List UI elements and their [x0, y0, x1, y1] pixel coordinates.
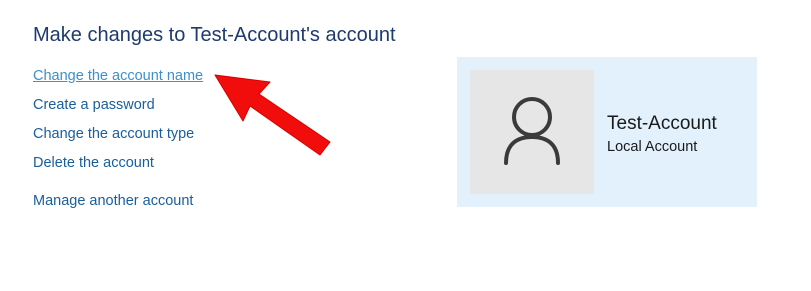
account-card: Test-Account Local Account: [457, 57, 757, 207]
change-account-name-link[interactable]: Change the account name: [33, 68, 203, 84]
delete-account-link[interactable]: Delete the account: [33, 155, 154, 171]
account-type: Local Account: [607, 139, 698, 155]
avatar: [470, 70, 594, 194]
red-arrow-icon: [214, 74, 331, 156]
page-title: Make changes to Test-Account's account: [33, 24, 396, 46]
change-account-type-link[interactable]: Change the account type: [33, 126, 194, 142]
account-name: Test-Account: [607, 113, 717, 134]
manage-another-account-link[interactable]: Manage another account: [33, 193, 193, 209]
user-accounts-page: Make changes to Test-Account's account C…: [0, 0, 811, 291]
create-password-link[interactable]: Create a password: [33, 97, 155, 113]
user-silhouette-icon: [504, 97, 560, 165]
